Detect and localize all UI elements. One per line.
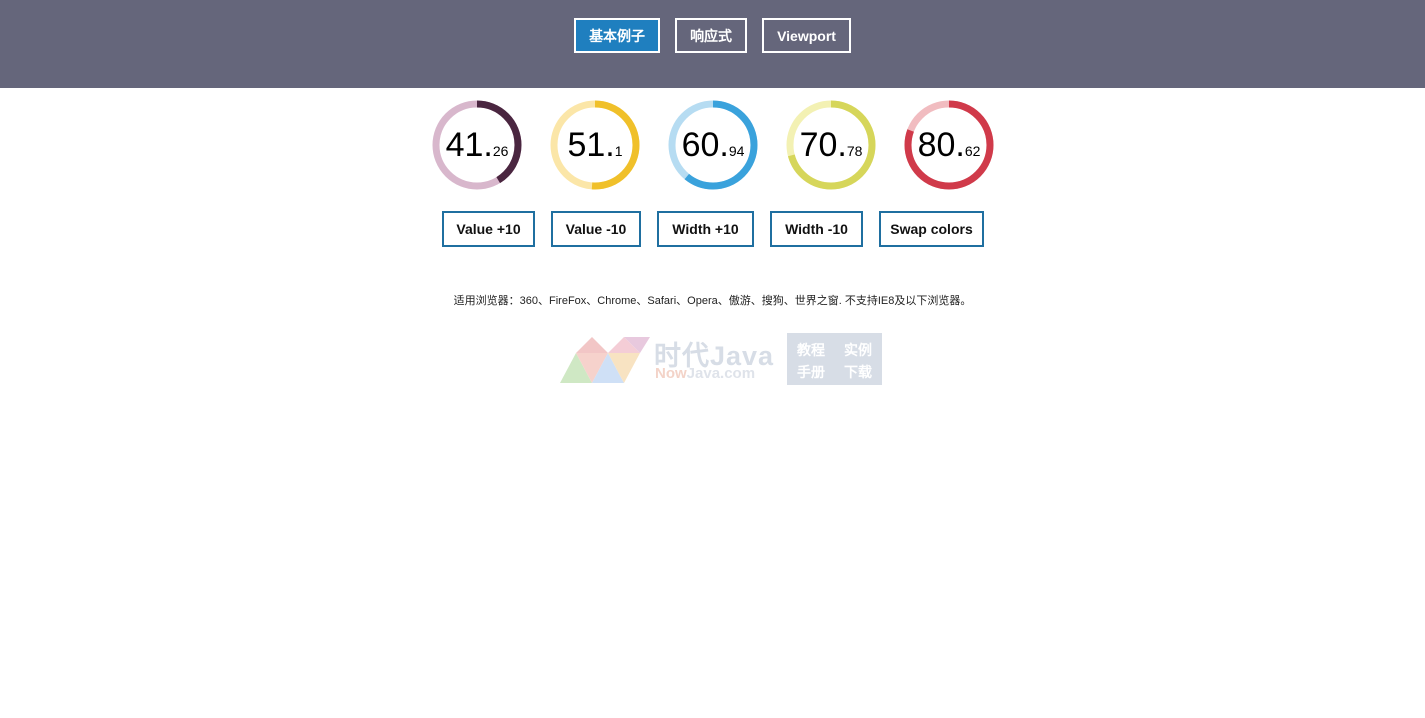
value-dot: . bbox=[955, 126, 965, 164]
width-plus-10-button[interactable]: Width +10 bbox=[657, 211, 754, 247]
browser-support-text: 适用浏览器：360、FireFox、Chrome、Safari、Opera、傲游… bbox=[453, 295, 972, 307]
control-buttons: Value +10 Value -10 Width +10 Width -10 … bbox=[0, 200, 1425, 260]
value-decimal: 94 bbox=[728, 143, 745, 159]
value-integer: 60 bbox=[681, 126, 720, 164]
logo-site-prefix: Now bbox=[655, 365, 687, 382]
progress-value: 51. 1 bbox=[549, 99, 641, 191]
progress-circle: 51. 1 bbox=[549, 99, 641, 191]
value-dot: . bbox=[719, 126, 729, 164]
triangle-logo-icon bbox=[560, 337, 650, 383]
progress-circle: 80. 62 bbox=[903, 99, 995, 191]
progress-value: 70. 78 bbox=[785, 99, 877, 191]
logo-menu-box: 教程 实例 手册 下载 bbox=[787, 333, 882, 385]
progress-value: 80. 62 bbox=[903, 99, 995, 191]
nav-basic-example-button[interactable]: 基本例子 bbox=[574, 18, 661, 53]
logo-menu-tutorial[interactable]: 教程 bbox=[797, 340, 825, 360]
swap-colors-button[interactable]: Swap colors bbox=[879, 211, 984, 247]
logo-site-text: NowJava.com bbox=[655, 365, 755, 382]
site-logo[interactable]: 时代Java NowJava.com 教程 实例 手册 下载 bbox=[558, 333, 882, 385]
value-decimal: 62 bbox=[964, 143, 981, 159]
value-integer: 80 bbox=[917, 126, 956, 164]
nav-responsive-button[interactable]: 响应式 bbox=[675, 18, 748, 53]
top-nav-bar: 基本例子 响应式 Viewport bbox=[0, 0, 1425, 88]
value-dot: . bbox=[483, 126, 493, 164]
value-integer: 51 bbox=[567, 126, 606, 164]
logo-menu-manual[interactable]: 手册 bbox=[797, 362, 825, 382]
value-dot: . bbox=[605, 126, 615, 164]
value-minus-10-button[interactable]: Value -10 bbox=[551, 211, 641, 247]
value-decimal: 1 bbox=[614, 143, 623, 159]
value-plus-10-button[interactable]: Value +10 bbox=[442, 211, 535, 247]
logo-site-suffix: Java.com bbox=[686, 365, 756, 382]
value-decimal: 26 bbox=[492, 143, 509, 159]
logo-menu-download[interactable]: 下载 bbox=[844, 362, 872, 382]
progress-value: 41. 26 bbox=[431, 99, 523, 191]
value-dot: . bbox=[837, 126, 847, 164]
value-integer: 70 bbox=[799, 126, 838, 164]
value-decimal: 78 bbox=[846, 143, 863, 159]
progress-circles: 41. 26 51. 1 60. 94 70. 78 80. 62 bbox=[0, 88, 1425, 200]
logo-menu-examples[interactable]: 实例 bbox=[844, 340, 872, 360]
nav-viewport-button[interactable]: Viewport bbox=[762, 18, 851, 53]
progress-circle: 60. 94 bbox=[667, 99, 759, 191]
progress-value: 60. 94 bbox=[667, 99, 759, 191]
width-minus-10-button[interactable]: Width -10 bbox=[770, 211, 863, 247]
progress-circle: 41. 26 bbox=[431, 99, 523, 191]
progress-circle: 70. 78 bbox=[785, 99, 877, 191]
value-integer: 41 bbox=[445, 126, 484, 164]
